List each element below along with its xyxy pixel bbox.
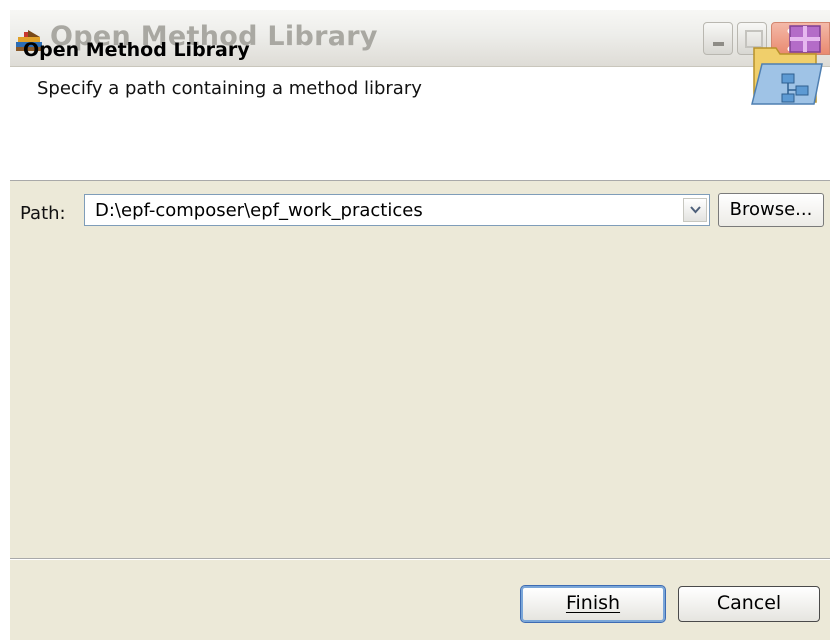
path-dropdown-button[interactable] [683, 198, 707, 222]
finish-button-label: Finish [565, 592, 621, 614]
dialog-window: Open Method Library Open Method Library … [10, 10, 830, 640]
page-title: Open Method Library [23, 39, 250, 61]
separator-highlight [10, 559, 830, 560]
open-library-wizard-icon [751, 25, 823, 105]
minimize-button[interactable] [703, 22, 733, 55]
path-combo-box[interactable]: D:\epf-composer\epf_work_practices [84, 194, 710, 226]
chevron-down-icon [690, 206, 701, 214]
path-input[interactable]: D:\epf-composer\epf_work_practices [95, 200, 423, 221]
path-label: Path: [20, 203, 66, 224]
finish-button[interactable]: Finish [520, 585, 666, 623]
browse-button[interactable]: Browse... [718, 193, 824, 227]
cancel-button[interactable]: Cancel [678, 586, 820, 622]
page-description: Specify a path containing a method libra… [37, 78, 422, 99]
